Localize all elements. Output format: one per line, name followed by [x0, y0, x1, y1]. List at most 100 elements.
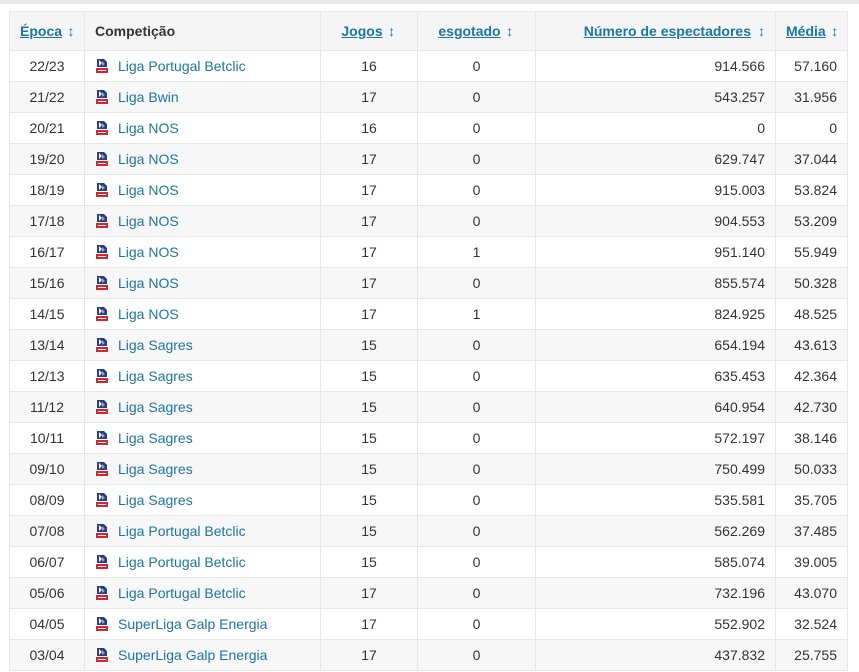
- table-row: 10/11 Liga Sagres 15 0 572.197 38.146: [9, 422, 848, 454]
- sold-out-cell: 0: [417, 422, 536, 454]
- competition-link[interactable]: Liga NOS: [118, 182, 179, 198]
- season-cell: 20/21: [9, 112, 85, 144]
- season-cell: 17/18: [9, 205, 85, 237]
- sold-out-cell: 0: [417, 81, 536, 113]
- sort-arrows-icon[interactable]: ↕: [66, 23, 76, 39]
- sold-out-cell: 0: [417, 50, 536, 82]
- header-season[interactable]: Época ↕: [9, 11, 85, 51]
- competition-link[interactable]: Liga NOS: [118, 244, 179, 260]
- table-row: 16/17 Liga NOS 17 1 951.140 55.949: [9, 236, 848, 268]
- league-logo-icon: [96, 338, 108, 352]
- league-logo-icon: [96, 90, 108, 104]
- competition-link[interactable]: Liga Sagres: [118, 337, 193, 353]
- competition-link[interactable]: Liga Portugal Betclic: [118, 585, 246, 601]
- header-competition-label: Competição: [95, 23, 176, 39]
- season-cell: 14/15: [9, 298, 85, 330]
- average-cell: 0: [775, 112, 848, 144]
- competition-wrapper: Liga Sagres: [95, 492, 310, 508]
- table-row: 09/10 Liga Sagres 15 0 750.499 50.033: [9, 453, 848, 485]
- header-sold-out[interactable]: esgotado ↕: [417, 11, 536, 51]
- average-cell: 57.160: [775, 50, 848, 82]
- games-cell: 17: [320, 639, 418, 671]
- spectators-cell: 904.553: [535, 205, 776, 237]
- competition-link[interactable]: Liga Sagres: [118, 461, 193, 477]
- spectators-cell: 914.566: [535, 50, 776, 82]
- competition-link[interactable]: Liga Sagres: [118, 399, 193, 415]
- season-cell: 21/22: [9, 81, 85, 113]
- league-logo-icon: [96, 586, 108, 600]
- table-row: 21/22 Liga Bwin 17 0 543.257 31.956: [9, 81, 848, 113]
- sort-average-link[interactable]: Média: [786, 23, 826, 39]
- sold-out-cell: 0: [417, 608, 536, 640]
- table-row: 13/14 Liga Sagres 15 0 654.194 43.613: [9, 329, 848, 361]
- competition-link[interactable]: SuperLiga Galp Energia: [118, 647, 267, 663]
- header-average[interactable]: Média ↕: [775, 11, 848, 51]
- competition-cell: Liga NOS: [84, 236, 321, 268]
- sort-arrows-icon[interactable]: ↕: [505, 23, 515, 39]
- competition-cell: Liga Sagres: [84, 422, 321, 454]
- competition-cell: Liga NOS: [84, 174, 321, 206]
- header-spectators[interactable]: Número de espectadores ↕: [535, 11, 776, 51]
- games-cell: 17: [320, 298, 418, 330]
- spectators-cell: 915.003: [535, 174, 776, 206]
- sort-games-link[interactable]: Jogos: [341, 23, 382, 39]
- competition-link[interactable]: Liga Sagres: [118, 492, 193, 508]
- sold-out-cell: 0: [417, 143, 536, 175]
- sort-sold-out-link[interactable]: esgotado: [438, 23, 500, 39]
- average-cell: 55.949: [775, 236, 848, 268]
- games-cell: 15: [320, 391, 418, 423]
- sold-out-cell: 0: [417, 515, 536, 547]
- header-games[interactable]: Jogos ↕: [320, 11, 418, 51]
- sold-out-cell: 0: [417, 267, 536, 299]
- table-row: 14/15 Liga NOS 17 1 824.925 48.525: [9, 298, 848, 330]
- competition-link[interactable]: Liga Bwin: [118, 89, 179, 105]
- competition-link[interactable]: Liga Sagres: [118, 430, 193, 446]
- sort-arrows-icon[interactable]: ↕: [755, 23, 765, 39]
- sold-out-cell: 0: [417, 112, 536, 144]
- sold-out-cell: 1: [417, 236, 536, 268]
- competition-cell: Liga Sagres: [84, 329, 321, 361]
- games-cell: 16: [320, 112, 418, 144]
- table-row: 05/06 Liga Portugal Betclic 17 0 732.196…: [9, 577, 848, 609]
- competition-link[interactable]: Liga NOS: [118, 306, 179, 322]
- season-cell: 08/09: [9, 484, 85, 516]
- average-cell: 53.824: [775, 174, 848, 206]
- competition-cell: Liga Sagres: [84, 391, 321, 423]
- sort-arrows-icon[interactable]: ↕: [387, 23, 397, 39]
- games-cell: 17: [320, 267, 418, 299]
- competition-link[interactable]: Liga NOS: [118, 120, 179, 136]
- league-logo-icon: [96, 152, 108, 166]
- competition-cell: SuperLiga Galp Energia: [84, 639, 321, 671]
- competition-link[interactable]: Liga Portugal Betclic: [118, 554, 246, 570]
- spectators-cell: 572.197: [535, 422, 776, 454]
- average-cell: 43.613: [775, 329, 848, 361]
- competition-link[interactable]: Liga Portugal Betclic: [118, 523, 246, 539]
- league-logo-icon: [96, 245, 108, 259]
- competition-cell: Liga NOS: [84, 205, 321, 237]
- sort-season-link[interactable]: Época: [20, 23, 62, 39]
- season-cell: 15/16: [9, 267, 85, 299]
- competition-link[interactable]: SuperLiga Galp Energia: [118, 616, 267, 632]
- table-row: 22/23 Liga Portugal Betclic 16 0 914.566…: [9, 50, 848, 82]
- table-row: 17/18 Liga NOS 17 0 904.553 53.209: [9, 205, 848, 237]
- league-logo-icon: [96, 431, 108, 445]
- competition-cell: Liga Sagres: [84, 484, 321, 516]
- competition-link[interactable]: Liga Portugal Betclic: [118, 58, 246, 74]
- table-row: 18/19 Liga NOS 17 0 915.003 53.824: [9, 174, 848, 206]
- competition-link[interactable]: Liga NOS: [118, 275, 179, 291]
- sold-out-cell: 0: [417, 453, 536, 485]
- sort-arrows-icon[interactable]: ↕: [830, 23, 840, 39]
- average-cell: 38.146: [775, 422, 848, 454]
- competition-cell: Liga Portugal Betclic: [84, 515, 321, 547]
- competition-wrapper: Liga NOS: [95, 275, 310, 291]
- spectators-cell: 629.747: [535, 143, 776, 175]
- header-competition: Competição: [84, 11, 321, 51]
- competition-wrapper: Liga Sagres: [95, 337, 310, 353]
- table-row: 15/16 Liga NOS 17 0 855.574 50.328: [9, 267, 848, 299]
- competition-link[interactable]: Liga NOS: [118, 151, 179, 167]
- competition-link[interactable]: Liga NOS: [118, 213, 179, 229]
- sort-spectators-link[interactable]: Número de espectadores: [584, 23, 751, 39]
- competition-link[interactable]: Liga Sagres: [118, 368, 193, 384]
- spectators-cell: 562.269: [535, 515, 776, 547]
- league-logo-icon: [96, 493, 108, 507]
